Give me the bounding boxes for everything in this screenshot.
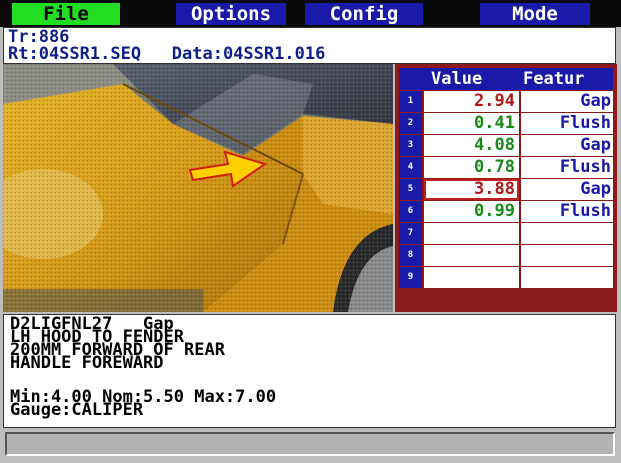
value-cell[interactable]: 3.88 <box>424 179 519 200</box>
feature-info-panel: D2LIGFNL27 Gap LH HOOD TO FENDER 200MM F… <box>3 314 616 428</box>
table-rows: 1 2.94 Gap 2 0.41 Flush 3 4.08 Gap 4 0.78 Flush 5 3.8… <box>399 91 613 289</box>
value-cell[interactable]: 0.99 <box>424 201 519 222</box>
feature-cell[interactable]: Flush <box>521 201 613 222</box>
route-file: Rt:04SSR1.SEQ <box>8 44 142 64</box>
table-row[interactable]: 4 0.78 Flush <box>399 157 613 178</box>
car-image <box>3 64 393 312</box>
value-cell[interactable]: 0.78 <box>424 157 519 178</box>
row-number: 2 <box>399 113 422 134</box>
row-number: 4 <box>399 157 422 178</box>
menu-bar: File Options Config Mode <box>0 0 621 27</box>
feature-cell[interactable] <box>521 267 613 288</box>
row-number: 1 <box>399 91 422 112</box>
inspection-photo <box>3 64 393 312</box>
menu-options[interactable]: Options <box>176 3 286 25</box>
value-cell[interactable] <box>424 223 519 244</box>
route-data-line: Rt:04SSR1.SEQ Data:04SSR1.016 <box>8 46 325 63</box>
row-number: 6 <box>399 201 422 222</box>
value-cell[interactable]: 2.94 <box>424 91 519 112</box>
table-row[interactable]: 9 <box>399 267 613 288</box>
value-cell[interactable] <box>424 245 519 266</box>
feature-cell[interactable]: Gap <box>521 135 613 156</box>
feature-cell[interactable] <box>521 223 613 244</box>
gauge-line: Gauge:CALIPER <box>10 400 144 420</box>
feature-description-3: HANDLE FOREWARD <box>10 353 164 373</box>
row-number: 8 <box>399 245 422 266</box>
column-header-value: Value <box>431 69 483 89</box>
feature-cell[interactable] <box>521 245 613 266</box>
table-row[interactable]: 6 0.99 Flush <box>399 201 613 222</box>
feature-cell[interactable]: Flush <box>521 157 613 178</box>
value-cell[interactable]: 0.41 <box>424 113 519 134</box>
value-cell[interactable] <box>424 267 519 288</box>
row-number: 7 <box>399 223 422 244</box>
table-row[interactable]: 8 <box>399 245 613 266</box>
feature-cell[interactable]: Flush <box>521 113 613 134</box>
value-cell[interactable]: 4.08 <box>424 135 519 156</box>
table-row[interactable]: 7 <box>399 223 613 244</box>
table-header: Value Featur <box>399 68 613 90</box>
table-row[interactable]: 3 4.08 Gap <box>399 135 613 156</box>
row-number: 9 <box>399 267 422 288</box>
route-header: Tr:886 Rt:04SSR1.SEQ Data:04SSR1.016 <box>3 27 616 64</box>
feature-cell[interactable]: Gap <box>521 179 613 200</box>
menu-config[interactable]: Config <box>305 3 423 25</box>
column-header-feature: Featur <box>523 69 585 89</box>
feature-cell[interactable]: Gap <box>521 91 613 112</box>
table-row[interactable]: 1 2.94 Gap <box>399 91 613 112</box>
measurement-table: Value Featur 1 2.94 Gap 2 0.41 Flush 3 4.08 Gap 4… <box>395 64 617 312</box>
table-row[interactable]: 2 0.41 Flush <box>399 113 613 134</box>
status-bar <box>5 432 615 456</box>
table-row[interactable]: 5 3.88 Gap <box>399 179 613 200</box>
row-number: 3 <box>399 135 422 156</box>
menu-file[interactable]: File <box>12 3 120 25</box>
data-file: Data:04SSR1.016 <box>171 44 326 64</box>
menu-mode[interactable]: Mode <box>480 3 590 25</box>
row-number: 5 <box>399 179 422 200</box>
